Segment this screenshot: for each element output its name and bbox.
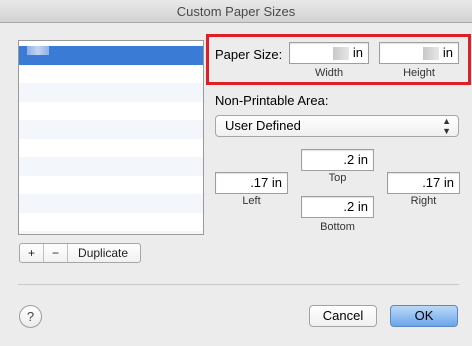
- list-item[interactable]: [19, 157, 203, 176]
- window-title: Custom Paper Sizes: [0, 0, 472, 23]
- margin-left-field[interactable]: .17 in: [215, 172, 288, 194]
- height-caption: Height: [403, 67, 435, 79]
- redacted-width-value: [332, 47, 349, 61]
- margin-right-field[interactable]: .17 in: [387, 172, 460, 194]
- ok-button[interactable]: OK: [390, 305, 458, 327]
- updown-arrows-icon: ▲ ▼: [442, 116, 451, 136]
- redacted-item-name: [27, 46, 49, 55]
- paper-size-list[interactable]: [18, 40, 204, 235]
- paper-height-field[interactable]: in: [379, 42, 459, 64]
- non-printable-selected: User Defined: [225, 118, 301, 133]
- margin-top-field[interactable]: .2 in: [301, 149, 374, 171]
- paper-size-label: Paper Size:: [215, 47, 283, 62]
- top-caption: Top: [328, 172, 347, 184]
- non-printable-label: Non-Printable Area:: [215, 93, 329, 108]
- non-printable-popup[interactable]: User Defined ▲ ▼: [215, 115, 459, 137]
- add-button[interactable]: +: [20, 244, 45, 262]
- list-item[interactable]: [19, 176, 203, 195]
- duplicate-button[interactable]: Duplicate: [68, 244, 140, 262]
- list-item[interactable]: [19, 83, 203, 102]
- paper-width-unit: in: [352, 45, 363, 60]
- cancel-button[interactable]: Cancel: [309, 305, 377, 327]
- list-item[interactable]: [19, 231, 203, 234]
- paper-width-field[interactable]: in: [289, 42, 369, 64]
- help-button[interactable]: ?: [19, 305, 42, 328]
- left-caption: Left: [242, 195, 261, 207]
- list-button-group: + − Duplicate: [19, 243, 142, 263]
- remove-button[interactable]: −: [44, 244, 69, 262]
- paper-height-unit: in: [442, 45, 453, 60]
- right-caption: Right: [410, 195, 437, 207]
- margin-bottom-field[interactable]: .2 in: [301, 196, 374, 218]
- list-item[interactable]: [19, 65, 203, 84]
- list-item[interactable]: [19, 139, 203, 158]
- bottom-caption: Bottom: [320, 221, 355, 233]
- list-item[interactable]: [19, 120, 203, 139]
- width-caption: Width: [314, 67, 344, 79]
- list-item-selected[interactable]: [19, 46, 203, 65]
- list-item[interactable]: [19, 213, 203, 232]
- list-item[interactable]: [19, 102, 203, 121]
- footer-separator: [18, 284, 459, 285]
- list-item[interactable]: [19, 194, 203, 213]
- redacted-height-value: [422, 47, 439, 61]
